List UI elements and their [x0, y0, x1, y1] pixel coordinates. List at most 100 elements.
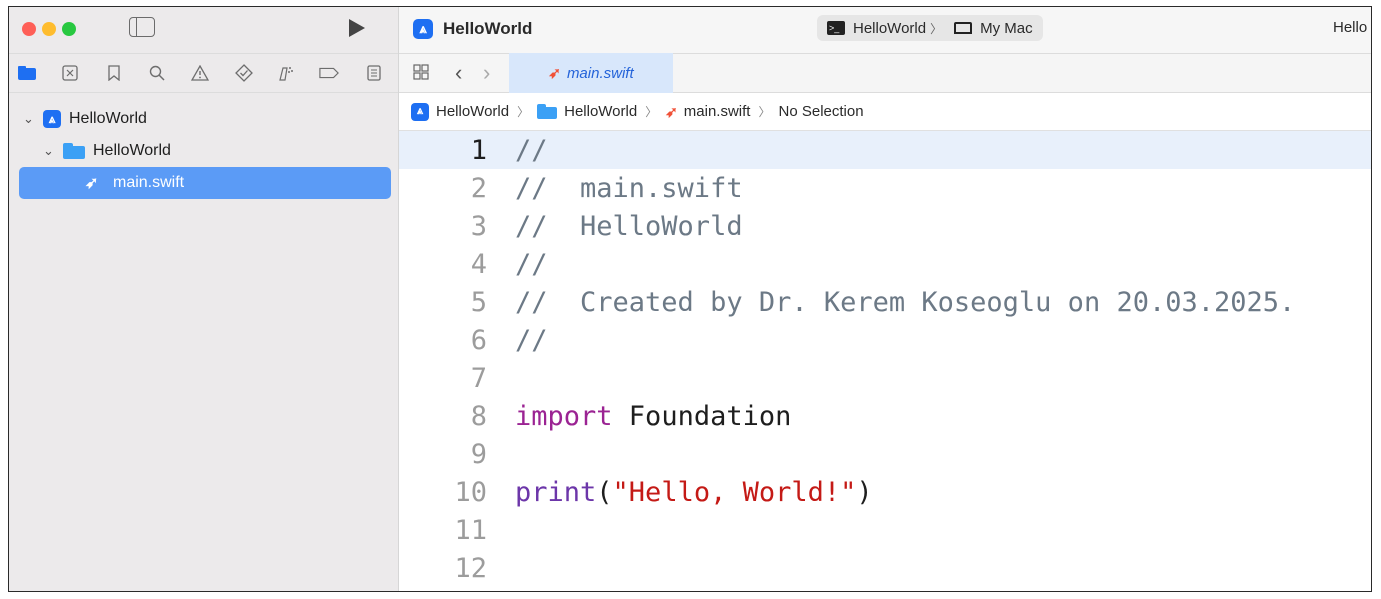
navigator-selector-bar — [9, 53, 398, 93]
minimize-window-button[interactable] — [42, 22, 56, 36]
window-title: HelloWorld — [443, 19, 533, 38]
line-number: 7 — [470, 362, 487, 394]
folder-icon — [63, 143, 85, 159]
laptop-icon — [954, 22, 973, 34]
code-line[interactable]: 12 — [399, 549, 1371, 587]
activity-status: Hello — [1333, 19, 1368, 36]
line-number: 10 — [454, 476, 487, 508]
code-token: // HelloWorld — [515, 210, 743, 242]
code-token: // — [515, 134, 548, 166]
scheme-destination[interactable]: My Mac — [980, 20, 1033, 37]
find-icon[interactable] — [147, 63, 167, 83]
folder-icon[interactable] — [17, 63, 37, 83]
breakpoint-icon[interactable] — [319, 63, 339, 83]
scheme-selector[interactable]: >_ HelloWorld 〉 My Mac — [817, 15, 1043, 41]
project-navigator-tree: ⌄ ⩓ HelloWorld ⌄ HelloWorld ➶ main.swift — [9, 93, 398, 199]
debug-icon[interactable] — [276, 63, 296, 83]
scheme-target[interactable]: HelloWorld — [853, 20, 926, 37]
zoom-window-button[interactable] — [62, 22, 76, 36]
code-token: import — [515, 400, 613, 432]
tree-item-group[interactable]: ⌄ HelloWorld — [9, 135, 398, 167]
window-toolbar: ⩓ HelloWorld >_ HelloWorld 〉 My Mac Hell… — [399, 7, 1371, 53]
tree-item-file[interactable]: ➶ main.swift — [9, 167, 398, 199]
line-number: 9 — [470, 438, 487, 470]
code-token: Foundation — [612, 400, 792, 432]
line-number: 11 — [454, 514, 487, 546]
line-number: 6 — [470, 324, 487, 356]
code-token: // — [515, 324, 548, 356]
editor-tab-bar: ‹ › ➶ main.swift — [399, 53, 1371, 93]
code-line[interactable]: 4 // — [399, 245, 1371, 283]
code-text: // Created by Dr. Kerem Koseoglu on 20.0… — [515, 287, 1295, 318]
line-number: 12 — [454, 552, 487, 584]
line-number: 2 — [470, 172, 487, 204]
line-number: 4 — [470, 248, 487, 280]
xcode-project-icon: ⩓ — [411, 102, 429, 121]
chevron-left-icon[interactable]: ‹ — [455, 60, 462, 86]
jumpbar-group[interactable]: HelloWorld — [564, 103, 637, 120]
code-line[interactable]: 2 // main.swift — [399, 169, 1371, 207]
navigator-toggle-icon[interactable] — [129, 17, 155, 37]
tab-label: main.swift — [566, 64, 634, 82]
code-line[interactable]: 7 — [399, 359, 1371, 397]
navigator-sidebar: ⌄ ⩓ HelloWorld ⌄ HelloWorld ➶ main.swift — [9, 7, 399, 591]
code-token: // Created by Dr. Kerem Koseoglu on 20.0… — [515, 286, 1296, 318]
code-line[interactable]: 8 import Foundation — [399, 397, 1371, 435]
chevron-down-icon[interactable]: ⌄ — [23, 111, 34, 127]
code-line[interactable]: 3 // HelloWorld — [399, 207, 1371, 245]
code-text: import Foundation — [515, 401, 791, 432]
code-token: // — [515, 248, 548, 280]
swift-icon: ➶ — [665, 103, 678, 121]
line-number: 8 — [470, 400, 487, 432]
code-text: print("Hello, World!") — [515, 477, 873, 508]
code-text: // HelloWorld — [515, 211, 743, 242]
folder-icon — [537, 104, 558, 119]
code-line[interactable]: 9 — [399, 435, 1371, 473]
tree-item-project[interactable]: ⌄ ⩓ HelloWorld — [9, 103, 398, 135]
jumpbar-selection[interactable]: No Selection — [779, 103, 864, 120]
line-number: 3 — [470, 210, 487, 242]
xcode-project-icon: ⩓ — [43, 110, 61, 128]
code-text: // — [515, 135, 548, 166]
jumpbar-separator: 〉 — [517, 105, 530, 119]
code-text: // — [515, 249, 548, 280]
terminal-icon: >_ — [827, 21, 845, 35]
source-editor[interactable]: 1 // 2 // main.swift 3 // HelloWorld 4 // 5 // Cr… — [399, 131, 1371, 587]
tab-main-swift[interactable]: ➶ main.swift — [509, 53, 673, 93]
close-window-button[interactable] — [22, 22, 36, 36]
line-number: 5 — [470, 286, 487, 318]
code-token: ( — [596, 476, 613, 508]
xcode-window: ⌄ ⩓ HelloWorld ⌄ HelloWorld ➶ main.swift… — [8, 6, 1372, 592]
chevron-right-icon[interactable]: › — [483, 60, 490, 86]
swift-icon: ➶ — [548, 65, 561, 82]
chevron-down-icon[interactable]: ⌄ — [43, 143, 54, 159]
window-toolbar-left — [9, 7, 398, 53]
xcode-project-icon: ⩓ — [413, 19, 433, 39]
selection-highlight — [19, 167, 391, 199]
code-line[interactable]: 11 — [399, 511, 1371, 549]
code-token: "Hello, World!" — [612, 476, 857, 508]
jump-bar: ⩓ HelloWorld 〉 HelloWorld 〉 ➶ main.swift… — [399, 93, 1371, 131]
jumpbar-separator: 〉 — [645, 105, 658, 119]
code-line[interactable]: 10 print("Hello, World!") — [399, 473, 1371, 511]
line-number: 1 — [470, 134, 487, 166]
code-line[interactable]: 6 // — [399, 321, 1371, 359]
code-text: // main.swift — [515, 173, 743, 204]
bookmark-icon[interactable] — [104, 63, 124, 83]
code-token: // main.swift — [515, 172, 743, 204]
source-control-icon[interactable] — [60, 63, 80, 83]
code-line[interactable]: 1 // — [399, 131, 1371, 169]
code-token: print — [515, 476, 597, 508]
jumpbar-separator: 〉 — [758, 105, 771, 119]
tree-item-label: main.swift — [113, 174, 185, 191]
code-line[interactable]: 5 // Created by Dr. Kerem Koseoglu on 20.… — [399, 283, 1371, 321]
jumpbar-project[interactable]: HelloWorld — [436, 103, 509, 120]
code-token: ) — [856, 476, 873, 508]
run-icon[interactable] — [349, 19, 365, 37]
swift-icon: ➶ — [85, 175, 99, 192]
issue-icon[interactable] — [190, 63, 210, 83]
report-icon[interactable] — [364, 63, 384, 83]
grid-icon[interactable] — [413, 64, 429, 85]
test-icon[interactable] — [234, 63, 254, 83]
jumpbar-file[interactable]: main.swift — [684, 103, 751, 120]
